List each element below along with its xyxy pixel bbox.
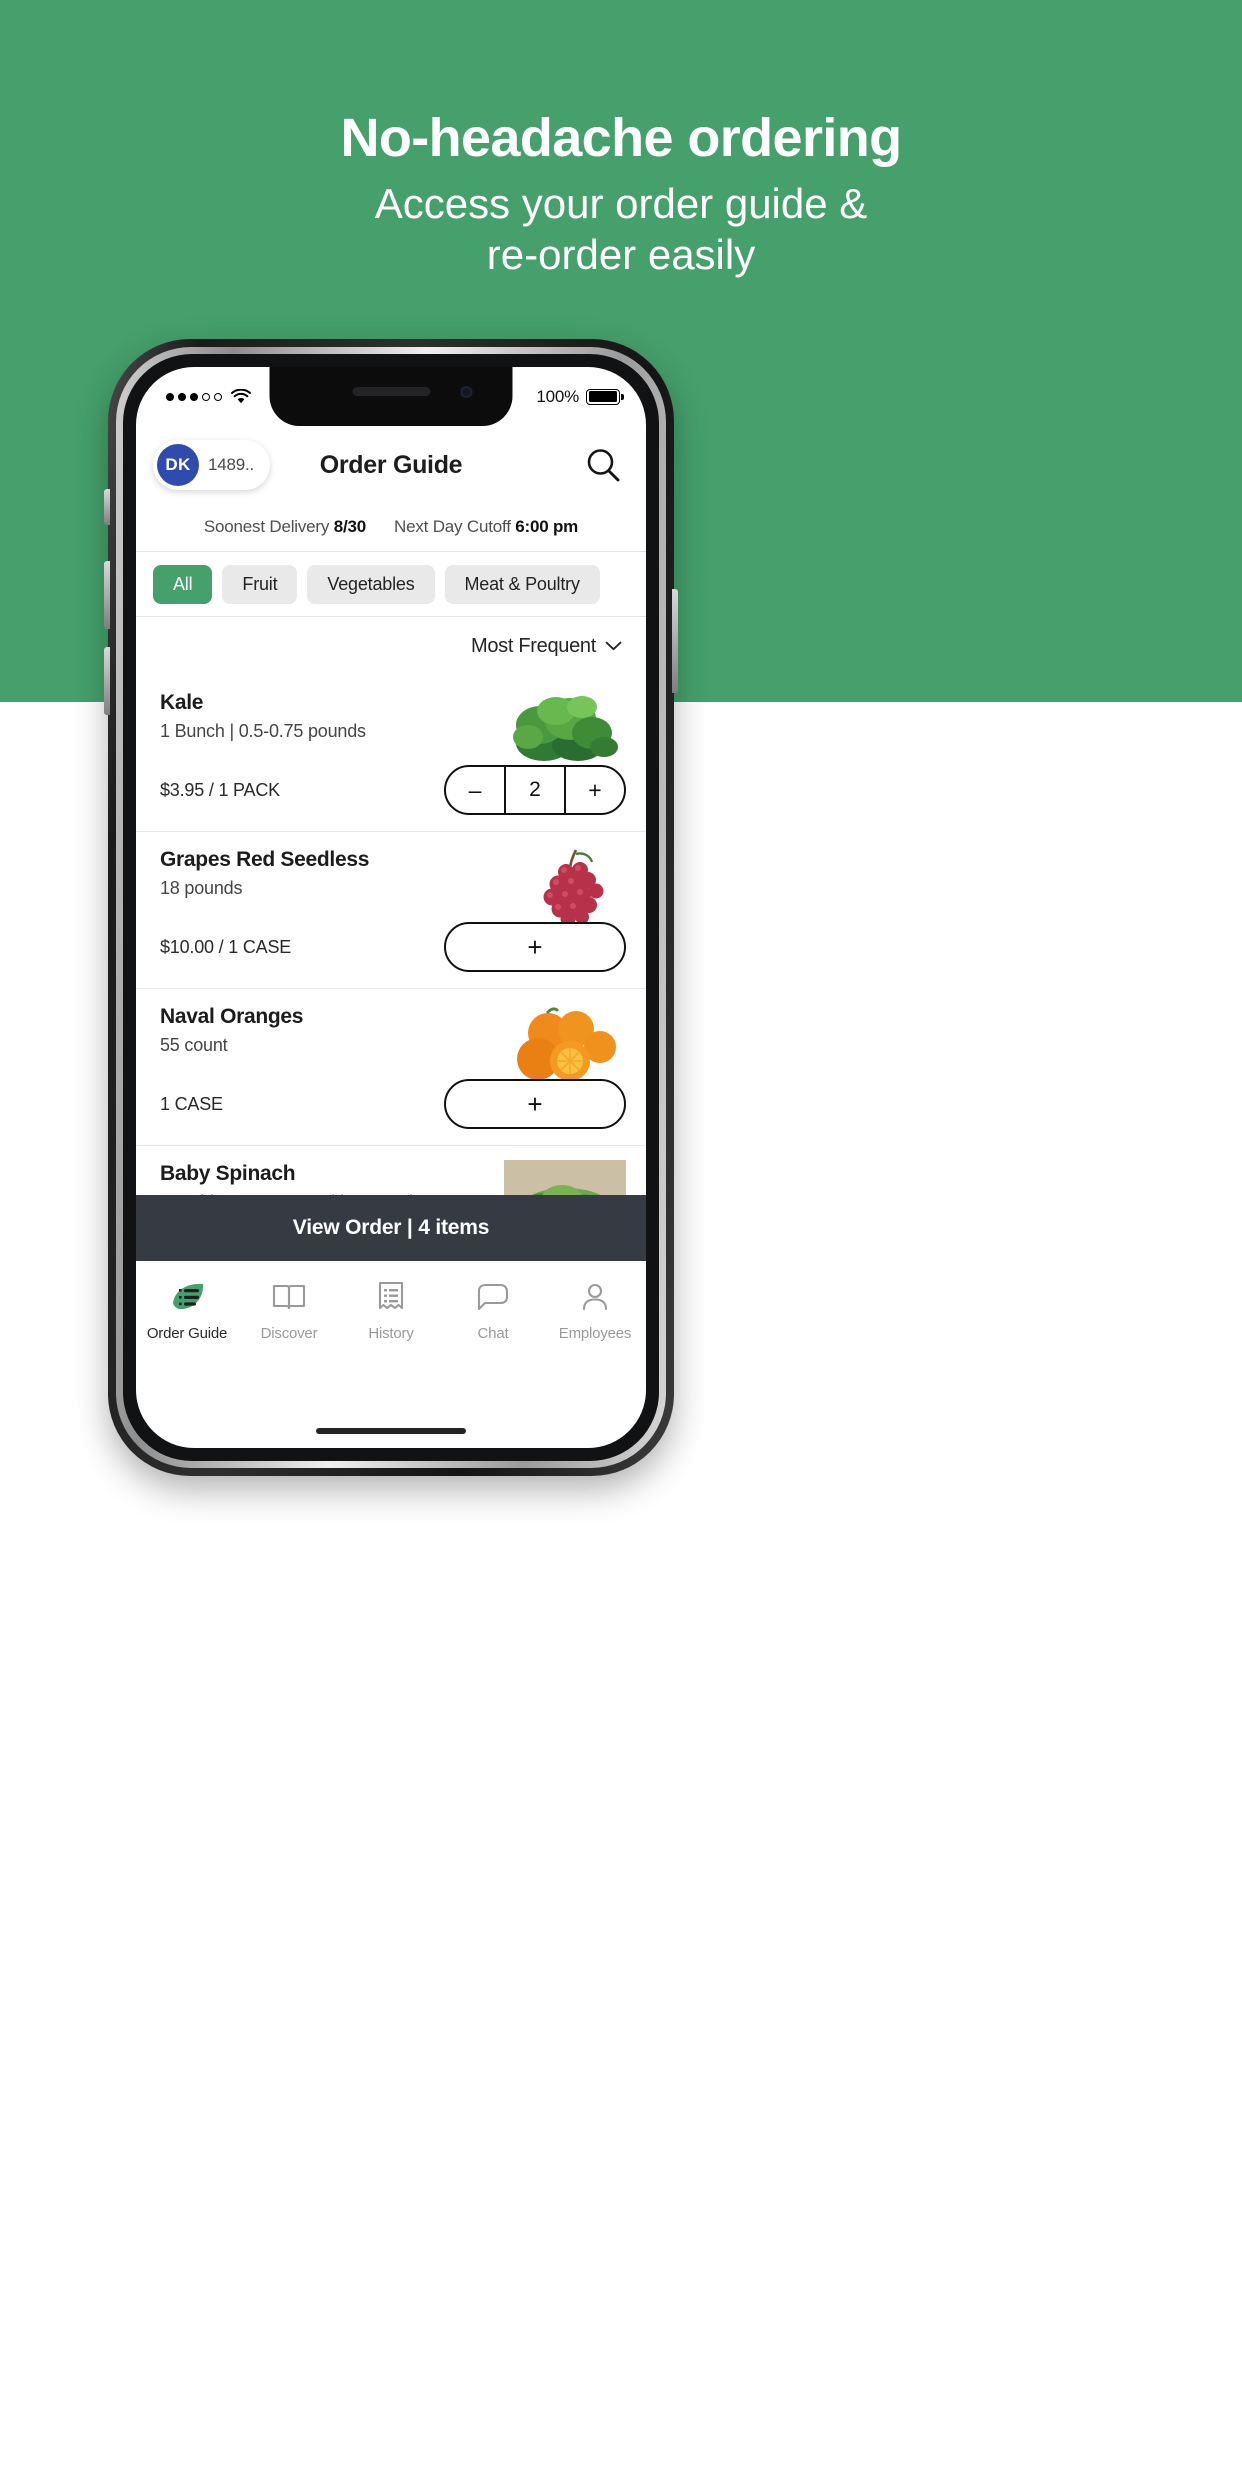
soonest-delivery: Soonest Delivery 8/30 [204,517,366,537]
account-number-label: 1489.. [208,455,255,474]
tab-label: Order Guide [146,1325,228,1342]
quantity-stepper[interactable]: – 2 + [444,765,626,815]
battery-percent-label: 100% [536,386,579,406]
phone-notch [269,367,513,426]
tab-employees[interactable]: Employees [544,1277,646,1342]
tab-label: Discover [260,1325,318,1342]
oranges-image [517,1007,616,1081]
chip-vegetables[interactable]: Vegetables [307,564,435,604]
search-icon[interactable] [584,446,622,484]
promo-subheadline: Access your order guide & re-order easil… [0,178,1242,280]
battery-fill [588,391,618,402]
view-order-bar[interactable]: View Order | 4 items [136,1195,646,1261]
chip-meat-poultry[interactable]: Meat & Poultry [444,564,600,604]
kale-image [513,696,618,761]
add-button[interactable]: + [444,922,626,972]
battery-icon [586,388,624,405]
product-price: 1 CASE [160,1094,223,1114]
category-filter-chips: All Fruit Vegetables Meat & Poultry [136,552,646,616]
tab-chat[interactable]: Chat [442,1277,544,1342]
app-header: Order Guide DK 1489.. [136,426,646,504]
spinach-image [504,1160,626,1195]
chip-fruit[interactable]: Fruit [222,564,298,604]
chevron-down-icon [605,641,622,651]
phone-frame: 100% Order Guide DK 1489.. Soonest Deliv… [104,339,678,1476]
sort-label: Most Frequent [470,634,596,657]
quantity-value[interactable]: 2 [504,767,566,813]
increment-button[interactable]: + [566,767,624,813]
product-row-baby-spinach[interactable]: Baby Spinach Sunshine Farms Local | 1 po… [136,1146,646,1195]
tab-label: Employees [558,1325,632,1342]
tab-history[interactable]: History [340,1277,442,1342]
product-list[interactable]: Most Frequent Kale 1 Bunch | 0.5-0.75 po… [136,617,646,1195]
promo-subheadline-line2: re-order easily [486,231,756,278]
chat-bubble-icon [476,1277,510,1317]
next-day-cutoff-label: Next Day Cutoff [394,517,511,536]
wifi-icon [231,389,251,404]
product-row-oranges[interactable]: Naval Oranges 55 count 1 CASE + [136,989,646,1146]
tab-label: Chat [477,1325,509,1342]
tab-label: History [368,1325,414,1342]
product-price: $3.95 / 1 PACK [160,780,280,800]
soonest-delivery-value: 8/30 [333,517,367,536]
avatar: DK [157,444,199,486]
next-day-cutoff-value: 6:00 pm [515,517,579,536]
tab-order-guide[interactable]: Order Guide [136,1277,238,1342]
receipt-icon [377,1277,405,1317]
promo-headline: No-headache ordering [340,108,902,168]
tab-discover[interactable]: Discover [238,1277,340,1342]
chip-all[interactable]: All [153,564,213,604]
sort-dropdown[interactable]: Most Frequent [136,617,646,675]
phone-screen: 100% Order Guide DK 1489.. Soonest Deliv… [136,367,646,1448]
power-button[interactable] [672,589,678,693]
screenshot-root: No-headache ordering Access your order g… [0,0,1242,2484]
status-bar-right: 100% [536,386,624,407]
add-button[interactable]: + [444,1079,626,1129]
volume-down-button[interactable] [104,647,110,715]
leaf-list-icon [167,1277,207,1317]
signal-strength-icon [166,392,222,401]
product-row-grapes[interactable]: Grapes Red Seedless 18 pounds $10.00 / 1… [136,832,646,989]
person-icon [580,1277,610,1317]
silent-switch[interactable] [104,489,110,525]
status-bar-left [166,389,251,404]
soonest-delivery-label: Soonest Delivery [203,517,330,536]
decrement-button[interactable]: – [446,767,504,813]
book-icon [272,1277,306,1317]
account-pill[interactable]: DK 1489.. [153,440,271,490]
product-row-kale[interactable]: Kale 1 Bunch | 0.5-0.75 pounds $3.95 / 1… [136,675,646,832]
grapes-image [543,849,604,927]
delivery-info-row: Soonest Delivery 8/30 Next Day Cutoff 6:… [136,504,646,550]
volume-up-button[interactable] [104,561,110,629]
front-camera [460,386,473,398]
home-indicator[interactable] [316,1428,466,1434]
earpiece-speaker [352,387,430,396]
next-day-cutoff: Next Day Cutoff 6:00 pm [394,517,578,537]
promo-subheadline-line1: Access your order guide & [374,180,868,227]
product-price: $10.00 / 1 CASE [160,937,292,957]
bottom-tab-bar: Order Guide Discover History Chat Employ… [136,1261,646,1376]
